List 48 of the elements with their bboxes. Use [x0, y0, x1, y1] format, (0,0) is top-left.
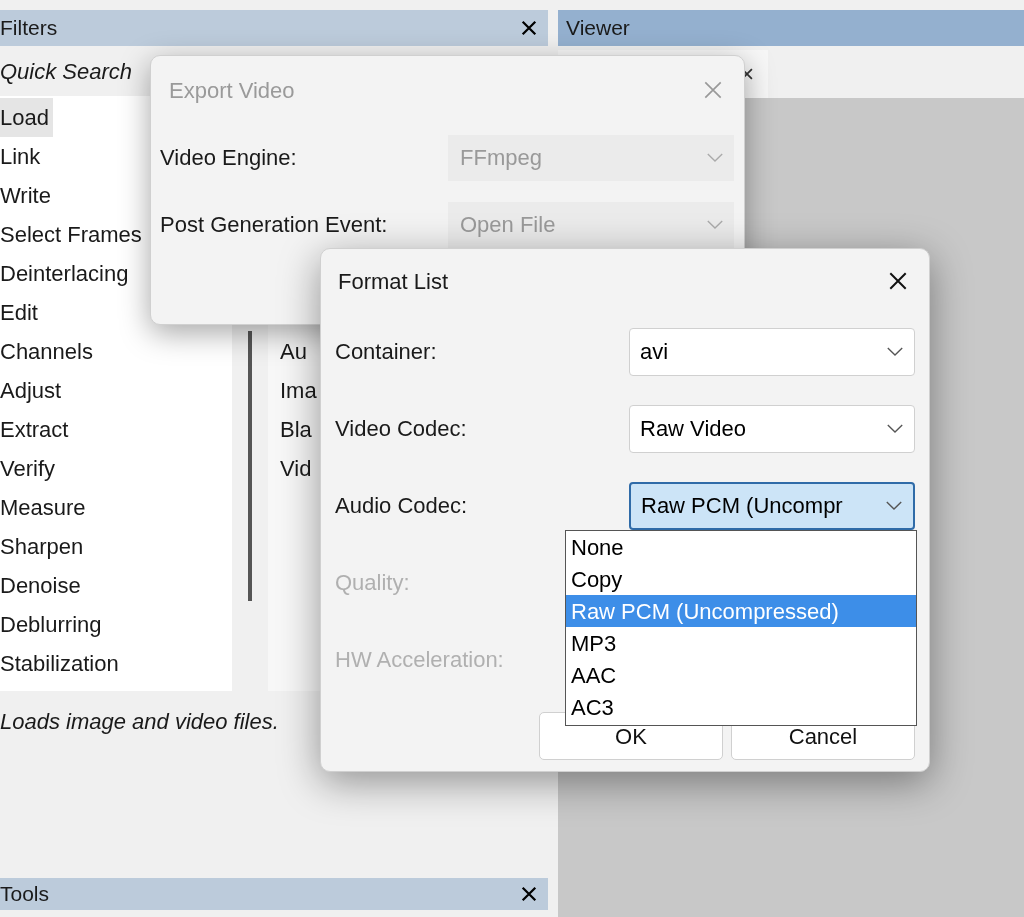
dropdown-option[interactable]: Copy — [566, 563, 916, 595]
chevron-down-icon — [886, 423, 904, 434]
filter-item[interactable]: Sharpen — [0, 527, 88, 566]
dropdown-option[interactable]: None — [566, 531, 916, 563]
search-label: Quick Search — [0, 57, 133, 86]
filter-item[interactable]: Verify — [0, 449, 60, 488]
field-label: HW Acceleration: — [335, 647, 504, 672]
chevron-down-icon — [886, 346, 904, 357]
combo-box[interactable]: Raw PCM (Uncompr — [629, 481, 915, 530]
chevron-down-icon — [885, 500, 903, 511]
close-icon[interactable] — [520, 19, 538, 37]
dropdown-option[interactable]: MP3 — [566, 627, 916, 659]
panel-title: Filters — [0, 15, 58, 42]
filter-description: Loads image and video files. — [0, 707, 279, 736]
sub-item[interactable]: Ima — [280, 371, 317, 410]
panel-title: Tools — [0, 881, 50, 908]
field-label: Audio Codec: — [335, 493, 468, 518]
filter-item[interactable]: Select Frames — [0, 215, 146, 254]
filter-item[interactable]: Adjust — [0, 371, 66, 410]
filter-item[interactable]: Load — [0, 98, 53, 137]
sub-item[interactable]: Au — [280, 332, 307, 371]
filter-item[interactable]: Write — [0, 176, 55, 215]
filter-item[interactable]: Deinterlacing — [0, 254, 133, 293]
filter-item[interactable]: Denoise — [0, 566, 85, 605]
filter-item[interactable]: Channels — [0, 332, 97, 371]
close-icon[interactable] — [887, 270, 909, 292]
filter-item[interactable]: Deblurring — [0, 605, 106, 644]
filter-item[interactable]: Measure — [0, 488, 90, 527]
field-label: Video Engine: — [160, 144, 298, 172]
dialog-title: Export Video — [169, 76, 295, 105]
sub-item[interactable]: Vid — [280, 449, 312, 488]
field-label: Quality: — [335, 570, 410, 595]
chevron-down-icon — [706, 152, 724, 163]
filter-item[interactable]: Link — [0, 137, 45, 176]
filter-item[interactable]: Edit — [0, 293, 42, 332]
field-label: Post Generation Event: — [160, 211, 389, 239]
filter-item[interactable]: Extract — [0, 410, 73, 449]
sub-item[interactable]: Bla — [280, 410, 312, 449]
dialog-title: Format List — [338, 267, 449, 296]
field-label: Video Codec: — [335, 416, 467, 441]
chevron-down-icon — [706, 219, 724, 230]
combo-box[interactable]: avi — [629, 327, 915, 376]
panel-title: Viewer — [566, 15, 630, 42]
field-label: Container: — [335, 339, 437, 364]
close-icon[interactable] — [520, 885, 538, 903]
combo-box[interactable]: Raw Video — [629, 404, 915, 453]
filter-item[interactable]: Stabilization — [0, 644, 123, 683]
dropdown-option[interactable]: AAC — [566, 659, 916, 691]
